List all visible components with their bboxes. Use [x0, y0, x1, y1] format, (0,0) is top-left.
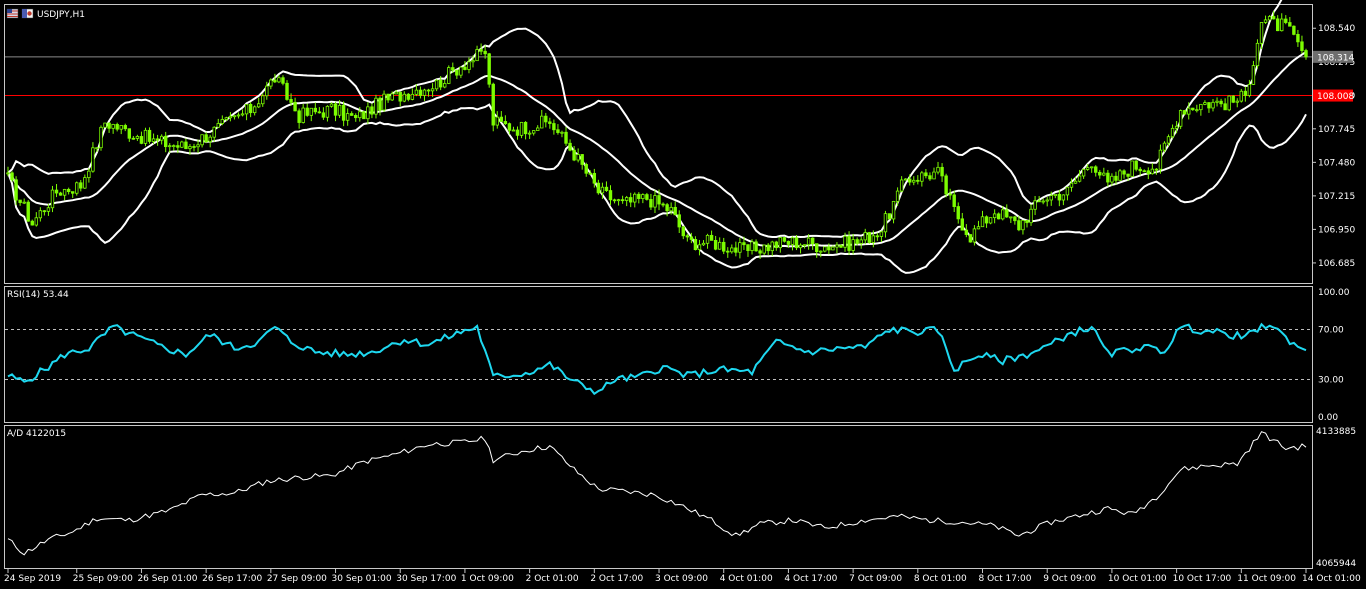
time-tick-label: 2 Oct 17:00 — [590, 574, 643, 584]
rsi-tick-label: 70.00 — [1318, 326, 1344, 336]
candle — [487, 52, 491, 88]
candle — [839, 244, 843, 249]
price-tick-label: 108.540 — [1318, 24, 1355, 34]
ad-title: A/D 4122015 — [7, 429, 66, 439]
price-tick-label: 107.215 — [1318, 192, 1355, 202]
time-tick-label: 7 Oct 09:00 — [849, 574, 902, 584]
candle — [26, 200, 30, 222]
time-tick-label: 4 Oct 01:00 — [720, 574, 773, 584]
time-tick-label: 14 Oct 01:00 — [1302, 574, 1361, 584]
level-price-tag: 108.008 — [1313, 89, 1354, 102]
candle — [968, 234, 973, 243]
time-tick-label: 10 Oct 01:00 — [1108, 574, 1167, 584]
ad-tick-label: 4065944 — [1316, 559, 1356, 569]
candle — [99, 125, 103, 151]
time-tick-label: 27 Sep 09:00 — [267, 574, 327, 584]
svg-text:108.008: 108.008 — [1317, 92, 1354, 102]
price-tick-label: 106.950 — [1318, 225, 1355, 235]
candle — [1239, 88, 1244, 103]
symbol-title: USDJPY,H1 — [37, 10, 85, 20]
candle — [362, 110, 366, 120]
time-tick-label: 3 Oct 09:00 — [655, 574, 708, 584]
svg-text:108.314: 108.314 — [1317, 53, 1354, 63]
price-tick-label: 107.480 — [1318, 158, 1355, 168]
candle — [996, 212, 1001, 220]
candle — [867, 231, 871, 244]
time-tick-label: 9 Oct 09:00 — [1043, 574, 1096, 584]
candle — [1255, 39, 1260, 69]
mt-chart-window[interactable]: USDJPY,H1 108.540108.275108.010107.74510… — [0, 0, 1366, 589]
candle — [1118, 168, 1122, 181]
price-tick-label: 106.685 — [1318, 259, 1355, 269]
candle — [180, 140, 184, 149]
rsi-tick-label: 0.00 — [1318, 413, 1338, 423]
candle — [519, 121, 524, 139]
candle — [823, 246, 827, 253]
time-tick-label: 10 Oct 17:00 — [1173, 574, 1232, 584]
candle — [103, 122, 107, 128]
time-tick-label: 26 Sep 01:00 — [137, 574, 197, 584]
time-tick-label: 30 Sep 17:00 — [396, 574, 456, 584]
candle — [1182, 109, 1187, 115]
time-tick-label: 8 Oct 17:00 — [979, 574, 1032, 584]
flag-jp-icon — [21, 8, 34, 19]
rsi-tick-label: 30.00 — [1318, 376, 1344, 386]
candle — [1292, 25, 1296, 36]
candle — [75, 181, 79, 196]
candle — [143, 127, 148, 147]
candle — [944, 173, 948, 198]
candle — [1231, 95, 1235, 104]
time-tick-label: 26 Sep 17:00 — [202, 574, 262, 584]
time-tick-label: 8 Oct 01:00 — [914, 574, 967, 584]
candle — [1227, 95, 1231, 112]
time-tick-label: 30 Sep 01:00 — [332, 574, 392, 584]
time-tick-label: 1 Oct 09:00 — [461, 574, 514, 584]
candle — [1178, 109, 1183, 130]
time-tick-label: 24 Sep 2019 — [4, 574, 61, 584]
ad-tick-label: 4133885 — [1316, 427, 1356, 437]
rsi-title: RSI(14) 53.44 — [7, 290, 69, 300]
candle — [285, 80, 289, 101]
candle — [887, 213, 892, 220]
flag-us-icon — [6, 8, 19, 19]
current-price-tag: 108.314 — [1313, 50, 1354, 63]
price-tick-label: 107.745 — [1318, 125, 1355, 135]
time-tick-label: 25 Sep 09:00 — [73, 574, 133, 584]
candle — [10, 171, 14, 182]
candle — [491, 82, 495, 132]
time-tick-label: 2 Oct 01:00 — [526, 574, 579, 584]
candle — [447, 65, 451, 85]
time-tick-label: 4 Oct 17:00 — [784, 574, 837, 584]
time-tick-label: 11 Oct 09:00 — [1237, 574, 1296, 584]
candle — [1130, 160, 1134, 177]
candle — [988, 217, 993, 225]
rsi-tick-label: 100.00 — [1318, 288, 1350, 298]
